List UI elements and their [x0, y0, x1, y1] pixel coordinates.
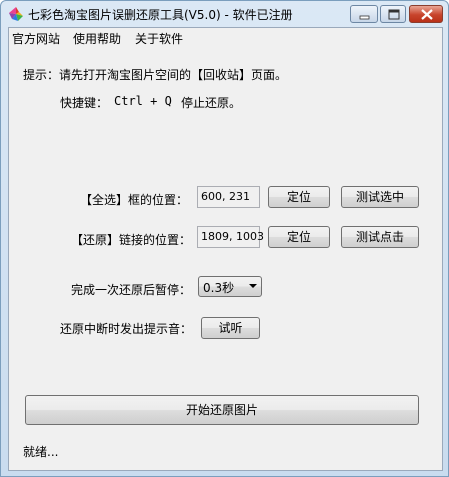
client-area: 官方网站 使用帮助 关于软件 提示：请先打开淘宝图片空间的【回收站】页面。 快捷… [8, 27, 443, 471]
select-all-locate-button[interactable]: 定位 [268, 186, 330, 208]
title-bar[interactable]: 七彩色淘宝图片误删还原工具(V5.0) - 软件已注册 [1, 1, 448, 27]
start-restore-button[interactable]: 开始还原图片 [25, 395, 419, 425]
select-all-position-label: 【全选】框的位置： [80, 193, 189, 207]
app-window: 七彩色淘宝图片误删还原工具(V5.0) - 软件已注册 官方网站 使用帮助 关于… [0, 0, 449, 477]
minimize-button[interactable] [350, 5, 378, 23]
window-title: 七彩色淘宝图片误删还原工具(V5.0) - 软件已注册 [28, 8, 293, 22]
status-text: 就绪... [23, 445, 59, 459]
restore-link-test-button[interactable]: 测试点击 [341, 226, 419, 248]
pause-label: 完成一次还原后暂停： [71, 283, 192, 297]
chevron-down-icon [249, 284, 257, 288]
shortcut-key: Ctrl + Q [114, 94, 172, 108]
maximize-button[interactable] [380, 5, 406, 23]
select-all-test-button[interactable]: 测试选中 [341, 186, 419, 208]
shortcut-label: 快捷键： [60, 96, 109, 110]
hint-text: 提示：请先打开淘宝图片空间的【回收站】页面。 [23, 68, 288, 82]
maximize-icon [388, 9, 400, 20]
pause-duration-value: 0.3秒 [203, 281, 235, 295]
menu-about[interactable]: 关于软件 [135, 30, 183, 47]
sound-preview-button[interactable]: 试听 [201, 317, 260, 339]
select-all-position-field[interactable]: 600, 231 [197, 186, 260, 208]
menu-help[interactable]: 使用帮助 [73, 30, 121, 47]
menu-bar: 官方网站 使用帮助 关于软件 [9, 28, 442, 46]
restore-link-position-field[interactable]: 1809, 1003 [197, 226, 264, 248]
close-button[interactable] [409, 5, 443, 23]
shortcut-action: 停止还原。 [181, 96, 242, 110]
sound-alert-label: 还原中断时发出提示音： [60, 322, 193, 336]
minimize-icon [359, 15, 370, 20]
restore-link-position-label: 【还原】链接的位置： [71, 233, 192, 247]
menu-official-site[interactable]: 官方网站 [12, 30, 60, 47]
restore-link-locate-button[interactable]: 定位 [268, 226, 330, 248]
close-icon [421, 9, 433, 20]
pause-duration-select[interactable]: 0.3秒 [198, 276, 262, 297]
app-logo-icon [9, 7, 23, 21]
